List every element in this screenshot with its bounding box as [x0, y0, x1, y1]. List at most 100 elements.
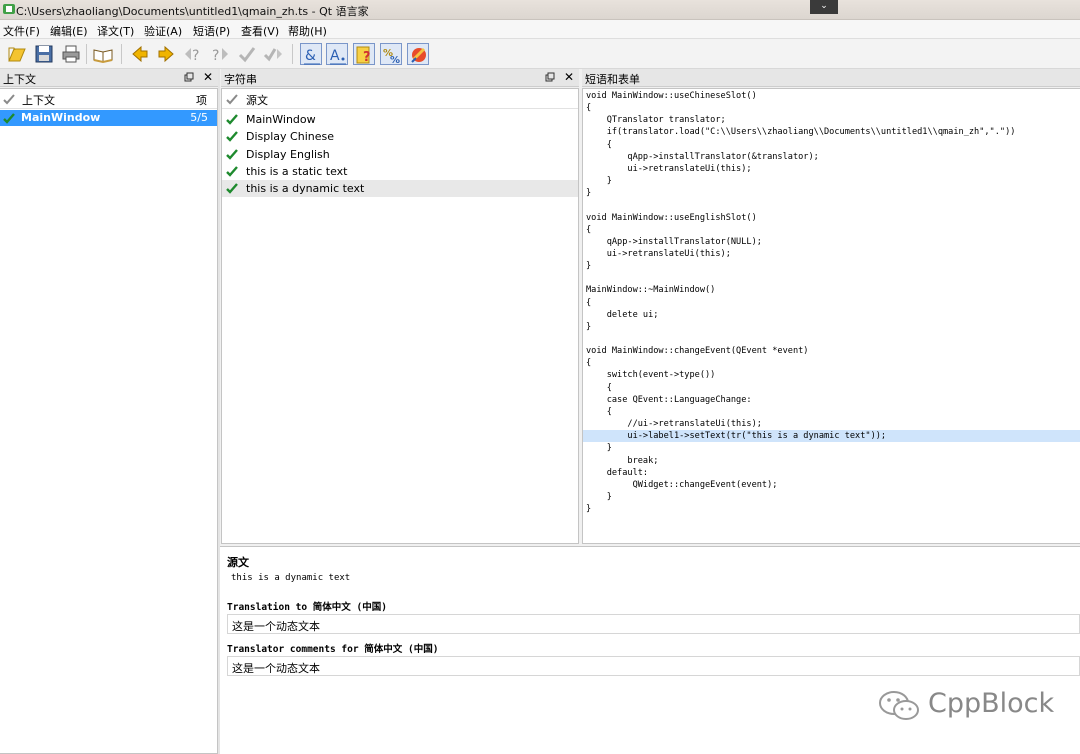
- done-icon[interactable]: [236, 43, 258, 65]
- context-column-header[interactable]: 上下文: [22, 92, 55, 108]
- code-line: QWidget::changeEvent(event);: [586, 479, 778, 490]
- close-icon[interactable]: ✕: [203, 70, 213, 84]
- punctuation-check-icon[interactable]: A: [326, 43, 348, 65]
- menu-view[interactable]: 查看(V): [241, 23, 279, 39]
- accelerators-check-icon[interactable]: &: [300, 43, 322, 65]
- phrase-matches-check-icon[interactable]: ?: [353, 43, 375, 65]
- source-text-label: 源文: [227, 556, 249, 569]
- window-title: C:\Users\zhaoliang\Documents\untitled1\q…: [16, 5, 369, 18]
- save-icon[interactable]: [33, 43, 55, 65]
- string-source-text: this is a dynamic text: [246, 182, 365, 195]
- context-dock-header: 上下文 ✕: [0, 69, 218, 87]
- svg-text:?: ?: [363, 50, 371, 65]
- window-chevron-button[interactable]: ⌄: [810, 0, 838, 14]
- checkmark-icon: [226, 149, 238, 160]
- title-bar: C:\Users\zhaoliang\Documents\untitled1\q…: [0, 0, 1080, 20]
- string-row[interactable]: Display English: [222, 146, 578, 163]
- context-list-header: 上下文 项: [0, 89, 217, 109]
- strings-list: 源文 MainWindow Display Chinese Display En…: [221, 88, 579, 544]
- svg-text:%: %: [390, 55, 400, 66]
- menu-file[interactable]: 文件(F): [3, 23, 40, 39]
- placemarker-check-icon[interactable]: %%: [380, 43, 402, 66]
- svg-text:A: A: [330, 48, 340, 64]
- svg-text:?: ?: [192, 48, 199, 64]
- code-line: }: [586, 321, 592, 332]
- string-source-text: MainWindow: [246, 113, 316, 126]
- context-row[interactable]: MainWindow 5/5: [0, 110, 217, 126]
- code-line: default:: [586, 467, 649, 478]
- wechat-icon: [879, 691, 919, 720]
- menu-phrases[interactable]: 短语(P): [193, 23, 230, 39]
- code-line: ui->label1->setText(tr("this is a dynami…: [586, 431, 887, 442]
- comments-label: Translator comments for 简体中文 (中国): [227, 644, 439, 655]
- done-next-icon[interactable]: [262, 43, 284, 65]
- translation-value: 这是一个动态文本: [232, 620, 320, 633]
- code-line: case QEvent::LanguageChange:: [586, 394, 752, 405]
- code-line: }: [586, 261, 592, 272]
- code-line: qApp->installTranslator(NULL);: [586, 236, 762, 247]
- menu-help[interactable]: 帮助(H): [288, 23, 327, 39]
- toolbar: ? ? & A ? %%: [0, 39, 1080, 69]
- code-line: {: [586, 406, 612, 417]
- phrasebook-icon[interactable]: [92, 43, 114, 65]
- items-column-header[interactable]: 项: [196, 92, 207, 108]
- menu-validation[interactable]: 验证(A): [144, 23, 182, 39]
- prev-unfinished-icon[interactable]: ?: [182, 43, 204, 65]
- toolbar-separator: [86, 44, 87, 64]
- float-icon[interactable]: [184, 72, 194, 82]
- svg-text:?: ?: [212, 48, 219, 64]
- checkmark-icon: [226, 183, 238, 194]
- comments-value: 这是一个动态文本: [232, 662, 320, 675]
- strings-dock-title: 字符串: [224, 73, 257, 86]
- translation-field[interactable]: 这是一个动态文本: [227, 614, 1080, 634]
- string-row[interactable]: Display Chinese: [222, 128, 578, 145]
- code-line: {: [586, 139, 612, 150]
- menu-translation[interactable]: 译文(T): [97, 23, 134, 39]
- code-line: {: [586, 103, 592, 114]
- close-icon[interactable]: ✕: [564, 70, 574, 84]
- code-line: break;: [586, 455, 659, 466]
- toolbar-separator: [292, 44, 293, 64]
- code-line: if(translator.load("C:\\Users\\zhaoliang…: [586, 127, 1016, 138]
- string-source-text: Display Chinese: [246, 130, 334, 143]
- string-source-text: Display English: [246, 148, 330, 161]
- context-name: MainWindow: [21, 111, 101, 124]
- print-icon[interactable]: [60, 43, 82, 65]
- code-line: void MainWindow::useEnglishSlot(): [586, 212, 757, 223]
- string-row[interactable]: MainWindow: [222, 111, 578, 128]
- svg-text:&: &: [305, 48, 316, 64]
- qt-linguist-window: C:\Users\zhaoliang\Documents\untitled1\q…: [0, 0, 1080, 754]
- code-line: switch(event->type()): [586, 370, 716, 381]
- phrases-dock-header: 短语和表单: [582, 69, 1080, 87]
- code-line: }: [586, 176, 612, 187]
- code-line: {: [586, 358, 592, 369]
- surrounding-whitespace-check-icon[interactable]: [407, 43, 429, 65]
- code-line: void MainWindow::changeEvent(QEvent *eve…: [586, 346, 809, 357]
- checkmark-icon: [3, 113, 15, 124]
- code-line: ui->retranslateUi(this);: [586, 163, 752, 174]
- string-source-text: this is a static text: [246, 165, 348, 178]
- float-icon[interactable]: [545, 72, 555, 82]
- menu-bar: 文件(F) 编辑(E) 译文(T) 验证(A) 短语(P) 查看(V) 帮助(H…: [0, 20, 1080, 39]
- code-line: qApp->installTranslator(&translator);: [586, 151, 819, 162]
- checkmark-icon: [226, 94, 238, 105]
- code-line: }: [586, 188, 592, 199]
- open-icon[interactable]: [6, 43, 28, 65]
- context-list: 上下文 项 MainWindow 5/5: [0, 88, 218, 754]
- translation-label: Translation to 简体中文 (中国): [227, 602, 387, 613]
- code-line: QTranslator translator;: [586, 115, 726, 126]
- string-row[interactable]: this is a static text: [222, 163, 578, 180]
- code-line: }: [586, 504, 592, 515]
- comments-field[interactable]: 这是一个动态文本: [227, 656, 1080, 676]
- next-icon[interactable]: [155, 43, 177, 65]
- code-line: {: [586, 382, 612, 393]
- strings-dock-header: 字符串 ✕: [221, 69, 579, 87]
- source-column-header[interactable]: 源文: [246, 92, 268, 108]
- toolbar-separator: [121, 44, 122, 64]
- prev-icon[interactable]: [129, 43, 151, 65]
- menu-edit[interactable]: 编辑(E): [50, 23, 88, 39]
- app-icon: [3, 4, 15, 14]
- next-unfinished-icon[interactable]: ?: [209, 43, 231, 65]
- watermark-text: CppBlock: [928, 688, 1055, 719]
- string-row-selected[interactable]: this is a dynamic text: [222, 180, 578, 197]
